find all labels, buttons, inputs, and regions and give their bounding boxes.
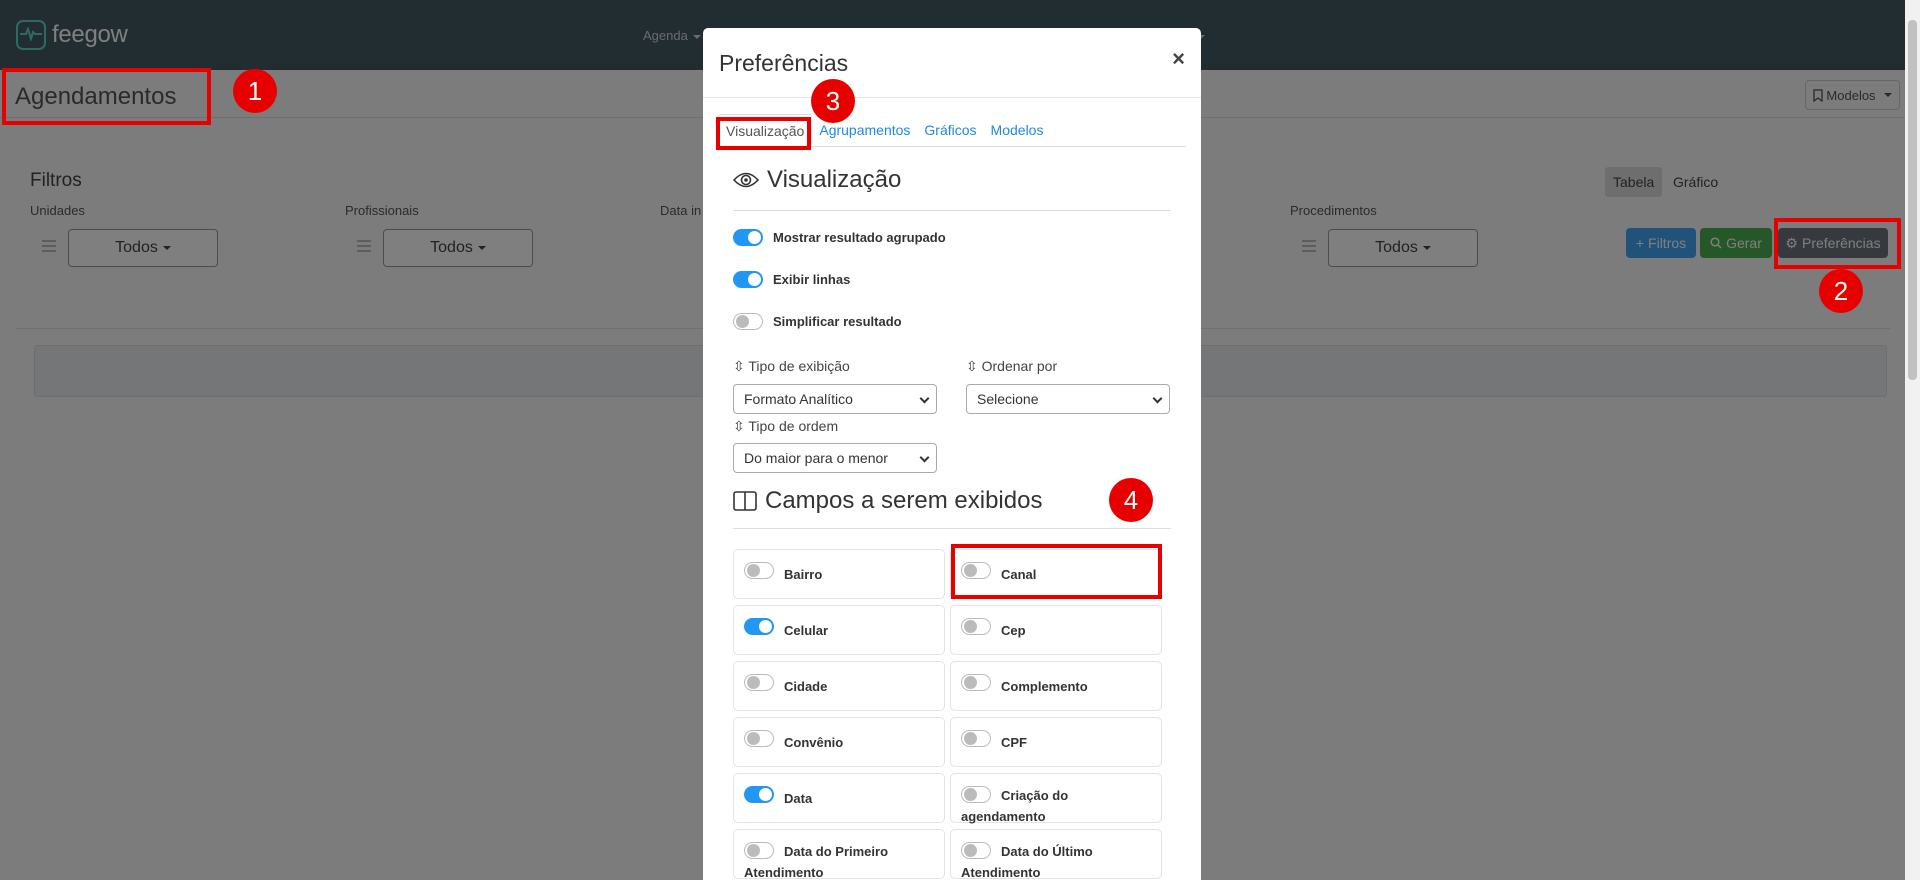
annotation-box-preferencias bbox=[1774, 218, 1901, 269]
field-card-data[interactable]: Data bbox=[733, 773, 945, 823]
field-label: Bairro bbox=[784, 567, 823, 582]
modal-title: Preferências bbox=[719, 50, 849, 76]
toggle-simplificar[interactable]: Simplificar resultado bbox=[733, 313, 902, 330]
eye-icon bbox=[733, 172, 759, 188]
toggle-exibir-linhas[interactable]: Exibir linhas bbox=[733, 271, 850, 288]
field-label: Cep bbox=[1001, 623, 1026, 638]
tipo-exibicao-value: Formato Analítico bbox=[744, 391, 853, 407]
field-label: Criação do agendamento bbox=[961, 788, 1069, 824]
field-card-data-primeiro-atendimento[interactable]: Data do Primeiro Atendimento bbox=[733, 829, 945, 880]
visualizacao-heading: Visualização bbox=[733, 166, 901, 194]
field-label: Convênio bbox=[784, 735, 844, 750]
annotation-box-tab bbox=[716, 117, 811, 150]
toggle-label: Simplificar resultado bbox=[773, 314, 902, 329]
tab-modelos[interactable]: Modelos bbox=[984, 114, 1051, 146]
preferencias-modal: Preferências × Visualização Agrupamentos… bbox=[703, 28, 1201, 880]
chevron-down-icon bbox=[1152, 393, 1163, 404]
field-card-cidade[interactable]: Cidade bbox=[733, 661, 945, 711]
sort-icon: ⇳ bbox=[966, 358, 978, 374]
field-label: CPF bbox=[1001, 735, 1027, 750]
annotation-box-title bbox=[2, 68, 211, 125]
ordenar-por-select[interactable]: Selecione bbox=[966, 384, 1170, 414]
field-card-cep[interactable]: Cep bbox=[950, 605, 1162, 655]
chevron-down-icon bbox=[919, 393, 930, 404]
annotation-badge-2: 2 bbox=[1819, 269, 1863, 313]
field-label: Data do Último Atendimento bbox=[961, 844, 1093, 880]
toggle-label: Exibir linhas bbox=[773, 272, 851, 287]
field-card-cpf[interactable]: CPF bbox=[950, 717, 1162, 767]
field-label: Data do Primeiro Atendimento bbox=[744, 844, 889, 880]
field-card-criacao-agendamento[interactable]: Criação do agendamento bbox=[950, 773, 1162, 824]
field-card-bairro[interactable]: Bairro bbox=[733, 549, 945, 599]
toggle-switch[interactable] bbox=[733, 313, 763, 330]
annotation-badge-1: 1 bbox=[233, 69, 277, 113]
tipo-ordem-label-text: Tipo de ordem bbox=[748, 418, 839, 434]
field-card-celular[interactable]: Celular bbox=[733, 605, 945, 655]
toggle-switch[interactable] bbox=[961, 618, 991, 635]
tipo-ordem-select[interactable]: Do maior para o menor bbox=[733, 443, 937, 473]
sort-icon: ⇳ bbox=[733, 358, 745, 374]
field-card-complemento[interactable]: Complemento bbox=[950, 661, 1162, 711]
columns-icon bbox=[733, 491, 757, 511]
section-rule bbox=[733, 210, 1171, 211]
toggle-switch[interactable] bbox=[733, 229, 763, 246]
section-rule bbox=[733, 528, 1171, 529]
ordenar-por-label: ⇳ Ordenar por bbox=[966, 358, 1057, 375]
annotation-box-canal bbox=[951, 544, 1162, 599]
tipo-ordem-value: Do maior para o menor bbox=[744, 450, 888, 466]
toggle-switch[interactable] bbox=[961, 674, 991, 691]
toggle-switch[interactable] bbox=[961, 730, 991, 747]
ordenar-por-label-text: Ordenar por bbox=[981, 358, 1058, 374]
toggle-switch[interactable] bbox=[744, 674, 774, 691]
tab-graficos[interactable]: Gráficos bbox=[917, 114, 983, 146]
annotation-badge-3: 3 bbox=[811, 79, 855, 123]
modal-header: Preferências × bbox=[703, 28, 1201, 98]
field-card-convenio[interactable]: Convênio bbox=[733, 717, 945, 767]
tipo-exibicao-label: ⇳ Tipo de exibição bbox=[733, 358, 850, 375]
close-icon[interactable]: × bbox=[1172, 46, 1185, 72]
field-label: Cidade bbox=[784, 679, 828, 694]
field-label: Data bbox=[784, 791, 813, 806]
toggle-switch[interactable] bbox=[744, 562, 774, 579]
tipo-exibicao-select[interactable]: Formato Analítico bbox=[733, 384, 937, 414]
tipo-exibicao-label-text: Tipo de exibição bbox=[748, 358, 850, 374]
field-card-data-ultimo-atendimento[interactable]: Data do Último Atendimento bbox=[950, 829, 1162, 880]
toggle-switch[interactable] bbox=[744, 618, 774, 635]
page-scrollbar[interactable] bbox=[1905, 0, 1920, 880]
field-label: Complemento bbox=[1001, 679, 1088, 694]
ordenar-por-value: Selecione bbox=[977, 391, 1039, 407]
toggle-mostrar-agrupado[interactable]: Mostrar resultado agrupado bbox=[733, 229, 946, 246]
toggle-switch[interactable] bbox=[744, 786, 774, 803]
chevron-down-icon bbox=[919, 452, 930, 463]
field-label: Celular bbox=[784, 623, 829, 638]
scrollbar-thumb[interactable] bbox=[1908, 20, 1917, 380]
campos-heading-text: Campos a serem exibidos bbox=[765, 487, 1043, 514]
campos-heading: Campos a serem exibidos bbox=[733, 487, 1042, 515]
visualizacao-heading-text: Visualização bbox=[767, 166, 902, 193]
annotation-badge-4: 4 bbox=[1109, 478, 1153, 522]
sort-icon: ⇳ bbox=[733, 418, 745, 434]
toggle-label: Mostrar resultado agrupado bbox=[773, 230, 946, 245]
toggle-switch[interactable] bbox=[744, 730, 774, 747]
toggle-switch[interactable] bbox=[733, 271, 763, 288]
tipo-ordem-label: ⇳ Tipo de ordem bbox=[733, 418, 838, 435]
